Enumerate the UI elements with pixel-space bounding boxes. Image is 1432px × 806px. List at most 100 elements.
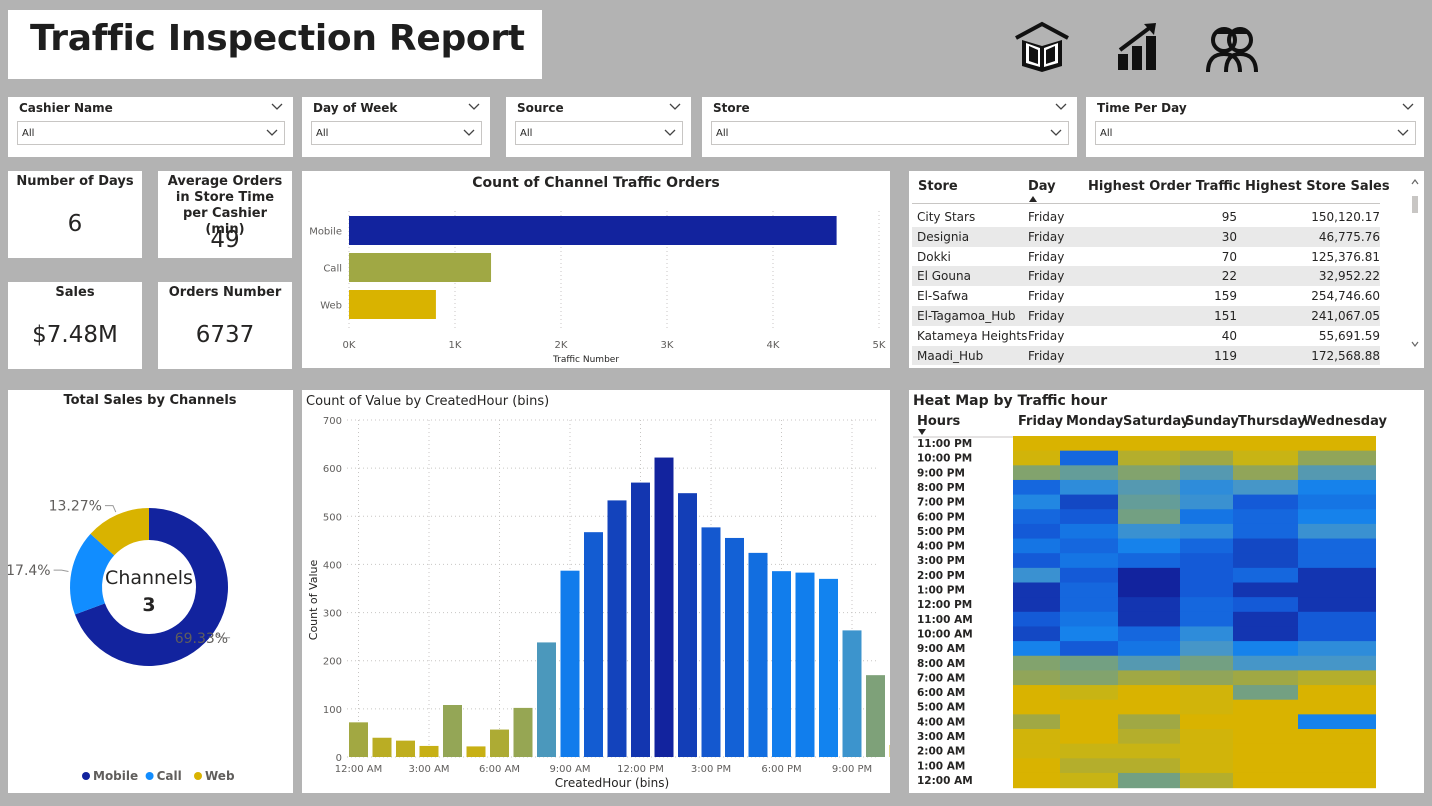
- column-bar[interactable]: [889, 744, 909, 757]
- chevron-down-icon[interactable]: [1401, 102, 1415, 112]
- heatmap-cell[interactable]: [1233, 465, 1298, 481]
- heatmap-cell[interactable]: [1180, 611, 1233, 628]
- heatmap-cell[interactable]: [1233, 436, 1298, 452]
- heatmap-cell[interactable]: [1298, 597, 1376, 613]
- heatmap-cell[interactable]: [1298, 758, 1376, 774]
- column-bar[interactable]: [725, 537, 744, 757]
- heatmap-cell[interactable]: [1298, 714, 1376, 730]
- legend-marker[interactable]: [194, 772, 202, 780]
- table-row[interactable]: Katameya Heights Friday 40 55,691.59: [912, 326, 1380, 346]
- column-bar[interactable]: [701, 527, 721, 757]
- column-bar[interactable]: [513, 707, 533, 757]
- column-bar[interactable]: [607, 500, 627, 757]
- heatmap-cell[interactable]: [1013, 509, 1060, 525]
- legend-label[interactable]: Mobile: [93, 769, 138, 783]
- heatmap-cell[interactable]: [1118, 582, 1180, 598]
- heatmap-cell[interactable]: [1180, 567, 1233, 584]
- heatmap-cell[interactable]: [1060, 450, 1118, 466]
- heatmap-cell[interactable]: [1298, 494, 1376, 510]
- heatmap-cell[interactable]: [1298, 465, 1376, 481]
- heatmap-cell[interactable]: [1013, 450, 1060, 466]
- heatmap-cell[interactable]: [1298, 553, 1376, 569]
- heatmap-cell[interactable]: [1118, 553, 1180, 569]
- table-header-highest-store-sales[interactable]: Highest Store Sales: [1245, 179, 1390, 194]
- column-bar[interactable]: [584, 532, 603, 757]
- column-bar[interactable]: [560, 570, 580, 757]
- heatmap-cell[interactable]: [1233, 655, 1298, 671]
- heatmap-col-header[interactable]: Wednesday: [1303, 414, 1387, 429]
- heatmap-cell[interactable]: [1298, 436, 1376, 452]
- heatmap-cell[interactable]: [1233, 450, 1298, 466]
- heatmap-cell[interactable]: [1180, 670, 1233, 686]
- heatmap-cell[interactable]: [1233, 523, 1298, 540]
- heatmap-cell[interactable]: [1180, 772, 1233, 789]
- heatmap-cell[interactable]: [1180, 729, 1233, 745]
- heatmap-cell[interactable]: [1233, 699, 1298, 715]
- heatmap-cell[interactable]: [1060, 523, 1118, 540]
- heatmap-cell[interactable]: [1118, 729, 1180, 745]
- heatmap-cell[interactable]: [1118, 743, 1180, 759]
- heatmap-cell[interactable]: [1180, 743, 1233, 759]
- heatmap-cell[interactable]: [1013, 567, 1060, 584]
- heatmap-cell[interactable]: [1060, 729, 1118, 745]
- heatmap-cell[interactable]: [1233, 743, 1298, 759]
- heatmap-cell[interactable]: [1060, 714, 1118, 730]
- heatmap-cell[interactable]: [1013, 611, 1060, 628]
- heatmap-cell[interactable]: [1233, 772, 1298, 789]
- legend-marker[interactable]: [82, 772, 90, 780]
- heatmap-cell[interactable]: [1233, 611, 1298, 628]
- column-bar[interactable]: [349, 722, 368, 757]
- home-book-icon[interactable]: [1012, 16, 1072, 76]
- heatmap-cell[interactable]: [1013, 538, 1060, 554]
- column-bar[interactable]: [419, 745, 439, 757]
- heatmap-cell[interactable]: [1118, 758, 1180, 774]
- heatmap-cell[interactable]: [1180, 450, 1233, 466]
- heatmap-cell[interactable]: [1060, 685, 1118, 701]
- heatmap-cell[interactable]: [1060, 611, 1118, 628]
- heatmap-cell[interactable]: [1118, 670, 1180, 686]
- people-icon[interactable]: [1202, 16, 1262, 76]
- heatmap-cell[interactable]: [1013, 670, 1060, 686]
- heatmap-cell[interactable]: [1060, 743, 1118, 759]
- heatmap-cell[interactable]: [1060, 553, 1118, 569]
- heatmap-cell[interactable]: [1180, 553, 1233, 569]
- heatmap-cell[interactable]: [1233, 758, 1298, 774]
- column-bar[interactable]: [537, 642, 556, 757]
- chevron-down-icon[interactable]: [1049, 128, 1063, 138]
- heatmap-cell[interactable]: [1118, 655, 1180, 671]
- slicer-store[interactable]: Store All: [702, 97, 1077, 157]
- heatmap-cell[interactable]: [1060, 772, 1118, 789]
- column-bar[interactable]: [490, 729, 509, 757]
- heatmap-col-header[interactable]: Monday: [1066, 414, 1124, 429]
- heatmap-cell[interactable]: [1233, 729, 1298, 745]
- slicer-dropdown[interactable]: All: [515, 121, 683, 145]
- heatmap-cell[interactable]: [1118, 611, 1180, 628]
- heatmap-cell[interactable]: [1118, 479, 1180, 496]
- bar-chart-icon[interactable]: [1112, 16, 1172, 76]
- column-bar[interactable]: [866, 675, 885, 757]
- bar-web[interactable]: [349, 290, 436, 319]
- chevron-down-icon[interactable]: [1054, 102, 1068, 112]
- column-bar[interactable]: [819, 578, 838, 757]
- heatmap-cell[interactable]: [1013, 553, 1060, 569]
- chevron-down-icon[interactable]: [1396, 128, 1410, 138]
- slicer-dropdown[interactable]: All: [311, 121, 482, 145]
- table-header-day[interactable]: Day: [1028, 179, 1056, 194]
- heatmap-cell[interactable]: [1298, 567, 1376, 584]
- legend-label[interactable]: Call: [157, 769, 182, 783]
- scroll-up-icon[interactable]: [1411, 179, 1419, 185]
- heatmap-cell[interactable]: [1013, 641, 1060, 657]
- heatmap-cell[interactable]: [1233, 626, 1298, 642]
- heatmap-cell[interactable]: [1298, 626, 1376, 642]
- heatmap-cell[interactable]: [1180, 714, 1233, 730]
- column-bar[interactable]: [842, 630, 862, 757]
- heatmap-cell[interactable]: [1298, 729, 1376, 745]
- heatmap-cell[interactable]: [1233, 567, 1298, 584]
- table-header-store[interactable]: Store: [918, 179, 958, 194]
- heatmap-cell[interactable]: [1013, 655, 1060, 671]
- heatmap-cell[interactable]: [1118, 626, 1180, 642]
- column-bar[interactable]: [772, 571, 791, 757]
- heatmap-cell[interactable]: [1013, 436, 1060, 452]
- heatmap-cell[interactable]: [1060, 538, 1118, 554]
- chevron-down-icon[interactable]: [663, 128, 677, 138]
